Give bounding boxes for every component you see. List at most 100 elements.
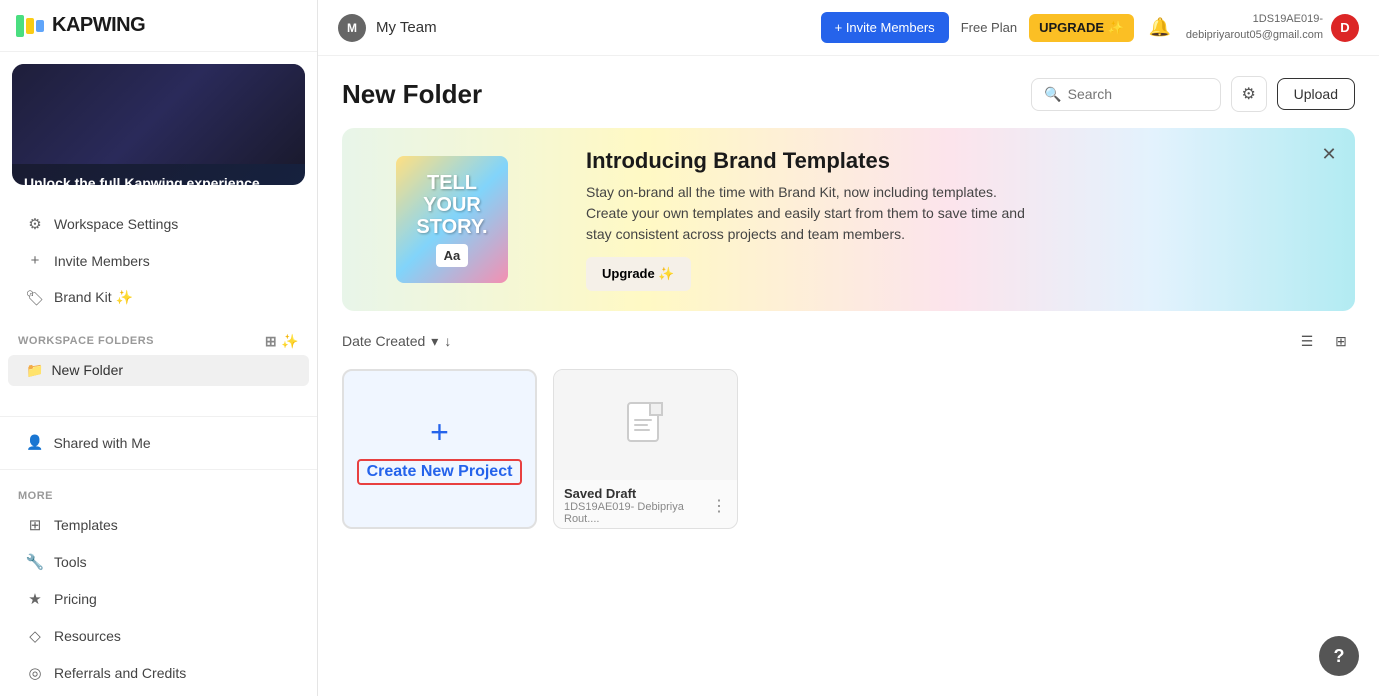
user-info: 1DS19AE019- debipriyarout05@gmail.com D xyxy=(1186,12,1359,43)
plus-icon: + xyxy=(26,252,44,270)
people-icon: 👤 xyxy=(26,434,43,451)
more-section: MORE ⊞ Templates 🔧 Tools ★ Pricing ◇ Res… xyxy=(0,478,317,696)
shared-label: Shared with Me xyxy=(53,435,150,451)
main-content: M My Team + Invite Members Free Plan UPG… xyxy=(318,0,1379,696)
brand-visual-box: TELL YOUR STORY. Aa xyxy=(396,156,507,283)
topbar-left: M My Team xyxy=(338,14,437,42)
user-text: 1DS19AE019- debipriyarout05@gmail.com xyxy=(1186,12,1323,43)
create-new-project-card[interactable]: + Create New Project xyxy=(342,369,537,529)
sort-arrow-icon: ↓ xyxy=(444,333,451,349)
templates-icon: ⊞ xyxy=(26,516,44,534)
aa-badge: Aa xyxy=(436,244,469,267)
brand-banner-visual: TELL YOUR STORY. Aa xyxy=(342,136,562,303)
user-id: 1DS19AE019- xyxy=(1186,12,1323,27)
sidebar-item-shared-with-me[interactable]: 👤 Shared with Me xyxy=(8,425,309,460)
upload-button[interactable]: Upload xyxy=(1277,78,1355,110)
workspace-folders-section: WORKSPACE FOLDERS ⊞ ✨ xyxy=(0,325,317,354)
draft-menu-icon[interactable]: ⋮ xyxy=(711,496,727,516)
sidebar-item-label: Workspace Settings xyxy=(54,216,178,232)
sort-row: Date Created ▾ ↓ ☰ ⊞ xyxy=(342,327,1355,355)
sidebar-item-referrals[interactable]: ◎ Referrals and Credits xyxy=(8,655,309,691)
workspace-folders-label: WORKSPACE FOLDERS xyxy=(18,335,154,347)
sidebar-item-label: Pricing xyxy=(54,591,97,607)
sidebar-item-label: Brand Kit ✨ xyxy=(54,289,133,306)
sidebar-item-label: Referrals and Credits xyxy=(54,665,186,681)
free-plan-badge: Free Plan xyxy=(961,20,1017,35)
content-actions: 🔍 ⚙ Upload xyxy=(1031,76,1355,112)
brand-banner-title: Introducing Brand Templates xyxy=(586,148,1331,174)
saved-draft-card[interactable]: Saved Draft 1DS19AE019- Debipriya Rout..… xyxy=(553,369,738,529)
gear-icon: ⚙ xyxy=(1241,84,1255,104)
sidebar-item-pricing[interactable]: ★ Pricing xyxy=(8,581,309,617)
team-avatar: M xyxy=(338,14,366,42)
magic-icon[interactable]: ✨ xyxy=(281,333,299,350)
topbar: M My Team + Invite Members Free Plan UPG… xyxy=(318,0,1379,56)
logo-icon xyxy=(16,15,44,37)
new-folder-icon[interactable]: ⊞ xyxy=(265,333,277,350)
invite-members-button[interactable]: + Invite Members xyxy=(821,12,949,43)
promo-banner: Unlock the full Kapwing experience Upgra… xyxy=(12,64,305,185)
sort-label: Date Created xyxy=(342,333,425,349)
grid-view-button[interactable]: ⊞ xyxy=(1327,327,1355,355)
sidebar-item-invite-members[interactable]: + Invite Members xyxy=(8,243,309,279)
visual-line1: TELL xyxy=(416,172,487,194)
sidebar-item-resources[interactable]: ◇ Resources xyxy=(8,618,309,654)
list-icon: ☰ xyxy=(1301,333,1314,350)
saved-draft-preview xyxy=(554,370,737,480)
notification-bell-icon[interactable]: 🔔 xyxy=(1146,14,1174,42)
team-name: My Team xyxy=(376,19,437,36)
saved-draft-info: Saved Draft 1DS19AE019- Debipriya Rout..… xyxy=(564,486,711,525)
saved-draft-footer: Saved Draft 1DS19AE019- Debipriya Rout..… xyxy=(554,480,737,529)
sidebar-item-templates[interactable]: ⊞ Templates xyxy=(8,507,309,543)
resources-icon: ◇ xyxy=(26,627,44,645)
document-icon xyxy=(626,401,666,449)
search-box[interactable]: 🔍 xyxy=(1031,78,1220,111)
search-icon: 🔍 xyxy=(1044,86,1061,103)
folder-actions: ⊞ ✨ xyxy=(265,333,299,350)
user-avatar[interactable]: D xyxy=(1331,14,1359,42)
projects-grid: + Create New Project xyxy=(342,369,1355,529)
settings-icon-button[interactable]: ⚙ xyxy=(1231,76,1267,112)
folder-icon: 📁 xyxy=(26,362,43,379)
sidebar-item-label: Invite Members xyxy=(54,253,150,269)
grid-icon: ⊞ xyxy=(1335,333,1347,350)
tools-icon: 🔧 xyxy=(26,553,44,571)
view-toggle: ☰ ⊞ xyxy=(1293,327,1355,355)
sidebar-item-brand-kit[interactable]: 🏷 Brand Kit ✨ xyxy=(8,280,309,316)
sidebar-divider-1 xyxy=(0,416,317,417)
sidebar-nav: ⚙ Workspace Settings + Invite Members 🏷 … xyxy=(0,197,317,325)
search-input[interactable] xyxy=(1068,86,1208,102)
sidebar: KAPWING Unlock the full Kapwing experien… xyxy=(0,0,318,696)
promo-image xyxy=(12,64,305,164)
promo-content: Unlock the full Kapwing experience Upgra… xyxy=(12,164,305,185)
list-view-button[interactable]: ☰ xyxy=(1293,327,1321,355)
sidebar-item-label: Tools xyxy=(54,554,87,570)
page-title: New Folder xyxy=(342,79,482,110)
help-button[interactable]: ? xyxy=(1319,636,1359,676)
settings-icon: ⚙ xyxy=(26,215,44,233)
content-area: New Folder 🔍 ⚙ Upload TELL YOUR xyxy=(318,56,1379,696)
sidebar-item-workspace-settings[interactable]: ⚙ Workspace Settings xyxy=(8,206,309,242)
folder-empty-space xyxy=(0,387,317,408)
visual-line3: STORY. xyxy=(416,216,487,238)
folder-item-new-folder[interactable]: 📁 New Folder xyxy=(8,355,309,386)
brand-upgrade-button[interactable]: Upgrade ✨ xyxy=(586,257,691,291)
visual-line2: YOUR xyxy=(416,194,487,216)
saved-draft-name: Saved Draft xyxy=(564,486,711,501)
brand-banner-content: Introducing Brand Templates Stay on-bran… xyxy=(562,128,1355,311)
logo-area: KAPWING xyxy=(0,0,317,52)
star-icon: ★ xyxy=(26,590,44,608)
topbar-right: + Invite Members Free Plan UPGRADE ✨ 🔔 1… xyxy=(821,12,1359,43)
sidebar-item-label: Templates xyxy=(54,517,118,533)
sidebar-item-label: Resources xyxy=(54,628,121,644)
brand-banner-close-button[interactable]: ✕ xyxy=(1315,140,1343,168)
chevron-down-icon: ▾ xyxy=(431,333,438,350)
create-plus-icon: + xyxy=(430,414,449,451)
sort-date-created[interactable]: Date Created ▾ ↓ xyxy=(342,333,451,350)
brand-banner: TELL YOUR STORY. Aa Introducing Brand Te… xyxy=(342,128,1355,311)
logo-text: KAPWING xyxy=(52,14,145,37)
create-new-project-label: Create New Project xyxy=(357,459,523,485)
sidebar-item-tools[interactable]: 🔧 Tools xyxy=(8,544,309,580)
topbar-upgrade-button[interactable]: UPGRADE ✨ xyxy=(1029,14,1134,42)
content-header: New Folder 🔍 ⚙ Upload xyxy=(342,76,1355,112)
